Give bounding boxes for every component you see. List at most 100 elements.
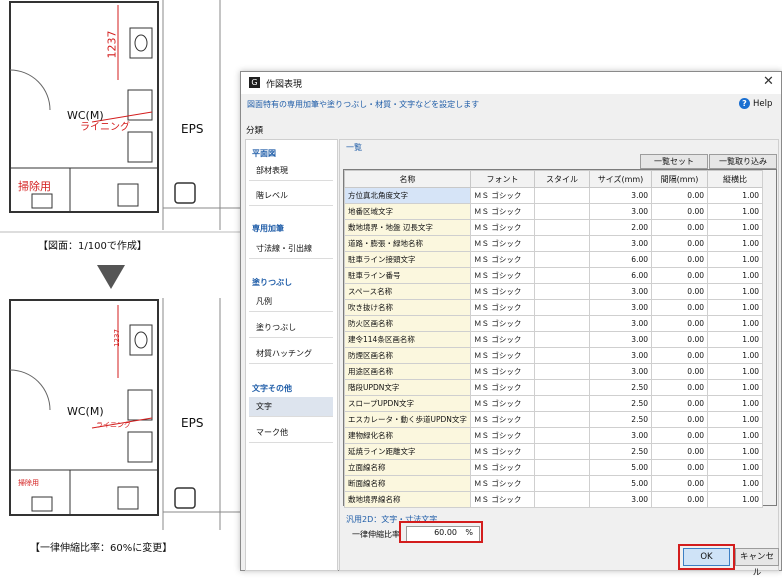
cell-aspect[interactable]: 1.00 xyxy=(707,219,763,236)
cell-font[interactable]: ＭＳ ゴシック xyxy=(470,235,535,252)
table-row[interactable]: 防煙区画名称 ＭＳ ゴシック 3.00 0.00 1.00 xyxy=(344,347,763,364)
cell-font[interactable]: ＭＳ ゴシック xyxy=(470,267,535,284)
column-header-style[interactable]: スタイル xyxy=(534,170,590,188)
cell-name[interactable]: 敷地境界線名称 xyxy=(344,491,471,508)
cell-name[interactable]: 道路・膨張・緑地名称 xyxy=(344,235,471,252)
cell-spacing[interactable]: 0.00 xyxy=(651,427,708,444)
cell-spacing[interactable]: 0.00 xyxy=(651,251,708,268)
table-row[interactable]: 立面線名称 ＭＳ ゴシック 5.00 0.00 1.00 xyxy=(344,459,763,476)
cell-spacing[interactable]: 0.00 xyxy=(651,267,708,284)
cell-name[interactable]: 吹き抜け名称 xyxy=(344,299,471,316)
cell-font[interactable]: ＭＳ ゴシック xyxy=(470,283,535,300)
cell-name[interactable]: 断面線名称 xyxy=(344,475,471,492)
cell-aspect[interactable]: 1.00 xyxy=(707,395,763,412)
cell-font[interactable]: ＭＳ ゴシック xyxy=(470,475,535,492)
cell-style[interactable] xyxy=(534,491,590,508)
cell-style[interactable] xyxy=(534,331,590,348)
cell-style[interactable] xyxy=(534,235,590,252)
cell-style[interactable] xyxy=(534,267,590,284)
table-row[interactable]: 駐車ライン接頭文字 ＭＳ ゴシック 6.00 0.00 1.00 xyxy=(344,251,763,268)
cell-spacing[interactable]: 0.00 xyxy=(651,299,708,316)
cell-font[interactable]: ＭＳ ゴシック xyxy=(470,315,535,332)
table-row[interactable]: 地番区域文字 ＭＳ ゴシック 3.00 0.00 1.00 xyxy=(344,203,763,220)
cell-name[interactable]: スロープUPDN文字 xyxy=(344,395,471,412)
cell-style[interactable] xyxy=(534,203,590,220)
cell-aspect[interactable]: 1.00 xyxy=(707,459,763,476)
cell-size[interactable]: 2.50 xyxy=(589,443,652,460)
cell-style[interactable] xyxy=(534,315,590,332)
cell-aspect[interactable]: 1.00 xyxy=(707,299,763,316)
sidebar-item-text[interactable]: 文字 xyxy=(249,397,333,417)
cell-font[interactable]: ＭＳ ゴシック xyxy=(470,395,535,412)
cell-style[interactable] xyxy=(534,395,590,412)
cell-aspect[interactable]: 1.00 xyxy=(707,427,763,444)
cell-spacing[interactable]: 0.00 xyxy=(651,491,708,508)
vertical-scrollbar[interactable] xyxy=(762,170,776,505)
title-bar[interactable]: G 作図表現 ✕ xyxy=(241,72,781,94)
cell-name[interactable]: 駐車ライン番号 xyxy=(344,267,471,284)
cell-name[interactable]: 延焼ライン距離文字 xyxy=(344,443,471,460)
cell-aspect[interactable]: 1.00 xyxy=(707,251,763,268)
cell-aspect[interactable]: 1.00 xyxy=(707,379,763,396)
cell-size[interactable]: 6.00 xyxy=(589,251,652,268)
cell-aspect[interactable]: 1.00 xyxy=(707,491,763,508)
close-icon[interactable]: ✕ xyxy=(763,74,774,89)
cell-size[interactable]: 3.00 xyxy=(589,283,652,300)
table-row[interactable]: 延焼ライン距離文字 ＭＳ ゴシック 2.50 0.00 1.00 xyxy=(344,443,763,460)
cell-size[interactable]: 3.00 xyxy=(589,235,652,252)
cell-font[interactable]: ＭＳ ゴシック xyxy=(470,427,535,444)
cell-size[interactable]: 3.00 xyxy=(589,299,652,316)
cell-spacing[interactable]: 0.00 xyxy=(651,443,708,460)
cell-font[interactable]: ＭＳ ゴシック xyxy=(470,443,535,460)
cell-font[interactable]: ＭＳ ゴシック xyxy=(470,459,535,476)
cell-style[interactable] xyxy=(534,411,590,428)
cell-name[interactable]: 階段UPDN文字 xyxy=(344,379,471,396)
cell-style[interactable] xyxy=(534,299,590,316)
cell-spacing[interactable]: 0.00 xyxy=(651,363,708,380)
cell-spacing[interactable]: 0.00 xyxy=(651,187,708,204)
cell-name[interactable]: スペース名称 xyxy=(344,283,471,300)
column-header-name[interactable]: 名称 xyxy=(344,170,471,188)
cell-style[interactable] xyxy=(534,379,590,396)
cell-name[interactable]: 用途区画名称 xyxy=(344,363,471,380)
cell-size[interactable]: 5.00 xyxy=(589,459,652,476)
cell-style[interactable] xyxy=(534,219,590,236)
cell-font[interactable]: ＭＳ ゴシック xyxy=(470,363,535,380)
cell-aspect[interactable]: 1.00 xyxy=(707,331,763,348)
cell-style[interactable] xyxy=(534,251,590,268)
cell-style[interactable] xyxy=(534,187,590,204)
column-header-aspect[interactable]: 縦横比 xyxy=(707,170,763,188)
cell-size[interactable]: 3.00 xyxy=(589,331,652,348)
sidebar-item-fill[interactable]: 塗りつぶし xyxy=(249,318,333,338)
cell-style[interactable] xyxy=(534,363,590,380)
cell-spacing[interactable]: 0.00 xyxy=(651,235,708,252)
cell-aspect[interactable]: 1.00 xyxy=(707,315,763,332)
cell-style[interactable] xyxy=(534,459,590,476)
cell-name[interactable]: 駐車ライン接頭文字 xyxy=(344,251,471,268)
cell-spacing[interactable]: 0.00 xyxy=(651,347,708,364)
cell-aspect[interactable]: 1.00 xyxy=(707,235,763,252)
table-row[interactable]: 建令114条区画名称 ＭＳ ゴシック 3.00 0.00 1.00 xyxy=(344,331,763,348)
table-row[interactable]: 敷地境界線名称 ＭＳ ゴシック 3.00 0.00 1.00 xyxy=(344,491,763,508)
cell-spacing[interactable]: 0.00 xyxy=(651,379,708,396)
cell-size[interactable]: 6.00 xyxy=(589,267,652,284)
cell-aspect[interactable]: 1.00 xyxy=(707,411,763,428)
help-button[interactable]: ? Help xyxy=(739,98,772,109)
cell-aspect[interactable]: 1.00 xyxy=(707,347,763,364)
cell-name[interactable]: 防煙区画名称 xyxy=(344,347,471,364)
column-header-size[interactable]: サイズ(mm) xyxy=(589,170,652,188)
table-row[interactable]: エスカレータ・動く歩道UPDN文字 ＭＳ ゴシック 2.50 0.00 1.00 xyxy=(344,411,763,428)
cell-size[interactable]: 3.00 xyxy=(589,203,652,220)
cell-name[interactable]: 建令114条区画名称 xyxy=(344,331,471,348)
cell-style[interactable] xyxy=(534,475,590,492)
table-row[interactable]: スロープUPDN文字 ＭＳ ゴシック 2.50 0.00 1.00 xyxy=(344,395,763,412)
cell-name[interactable]: 防火区画名称 xyxy=(344,315,471,332)
cell-name[interactable]: 建物緑化名称 xyxy=(344,427,471,444)
sidebar-item-material-hatching[interactable]: 材質ハッチング xyxy=(249,344,333,364)
cell-aspect[interactable]: 1.00 xyxy=(707,443,763,460)
cell-spacing[interactable]: 0.00 xyxy=(651,395,708,412)
cell-aspect[interactable]: 1.00 xyxy=(707,187,763,204)
cell-size[interactable]: 3.00 xyxy=(589,427,652,444)
sidebar-item-legend[interactable]: 凡例 xyxy=(249,292,333,312)
cell-aspect[interactable]: 1.00 xyxy=(707,475,763,492)
